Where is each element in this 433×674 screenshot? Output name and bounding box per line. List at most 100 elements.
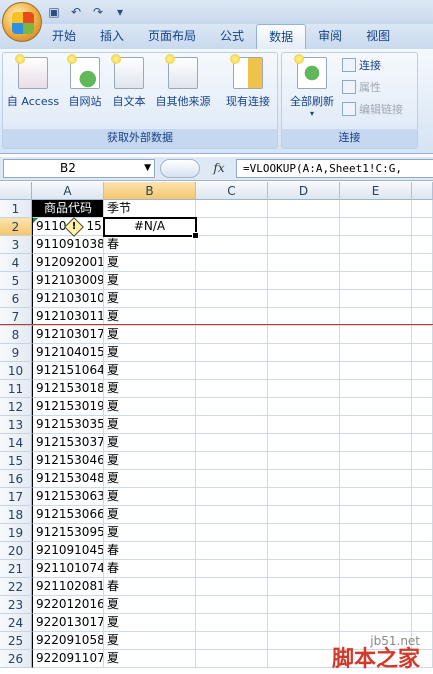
undo-icon[interactable]: ↶ xyxy=(68,4,84,20)
cell-d18[interactable] xyxy=(268,506,340,524)
row-header-14[interactable]: 14 xyxy=(0,434,32,452)
cell-d4[interactable] xyxy=(268,254,340,272)
insert-function-button[interactable]: fx xyxy=(208,159,230,178)
cell-b24[interactable]: 夏 xyxy=(104,614,196,632)
cell-a12[interactable]: 912153019 xyxy=(32,398,104,416)
row-header-25[interactable]: 25 xyxy=(0,632,32,650)
cell-a24[interactable]: 922013017 xyxy=(32,614,104,632)
cell-b25[interactable]: 夏 xyxy=(104,632,196,650)
cell-f24[interactable] xyxy=(412,614,433,632)
redo-icon[interactable]: ↷ xyxy=(90,4,106,20)
cell-a13[interactable]: 912153035 xyxy=(32,416,104,434)
row-header-1[interactable]: 1 xyxy=(0,200,32,218)
cell-c4[interactable] xyxy=(196,254,268,272)
cell-c24[interactable] xyxy=(196,614,268,632)
tab-home[interactable]: 开始 xyxy=(40,24,88,49)
row-header-18[interactable]: 18 xyxy=(0,506,32,524)
cell-a9[interactable]: 912104015 xyxy=(32,344,104,362)
cell-b3[interactable]: 春 xyxy=(104,236,196,254)
cell-c8[interactable] xyxy=(196,326,268,344)
row-header-4[interactable]: 4 xyxy=(0,254,32,272)
cell-a11[interactable]: 912153018 xyxy=(32,380,104,398)
cell-d22[interactable] xyxy=(268,578,340,596)
from-text-button[interactable]: 自文本 xyxy=(107,54,151,109)
cell-f21[interactable] xyxy=(412,560,433,578)
row-header-12[interactable]: 12 xyxy=(0,398,32,416)
row-header-16[interactable]: 16 xyxy=(0,470,32,488)
cell-f13[interactable] xyxy=(412,416,433,434)
select-all-corner[interactable] xyxy=(0,182,32,200)
cell-c15[interactable] xyxy=(196,452,268,470)
row-header-26[interactable]: 26 xyxy=(0,650,32,668)
row-header-3[interactable]: 3 xyxy=(0,236,32,254)
cell-e8[interactable] xyxy=(340,326,412,344)
cell-c3[interactable] xyxy=(196,236,268,254)
cell-e15[interactable] xyxy=(340,452,412,470)
edit-links-button[interactable]: 编辑链接 xyxy=(342,101,403,117)
cell-a20[interactable]: 921091045 xyxy=(32,542,104,560)
cell-e5[interactable] xyxy=(340,272,412,290)
row-header-10[interactable]: 10 xyxy=(0,362,32,380)
cell-d1[interactable] xyxy=(268,200,340,218)
cell-b10[interactable]: 夏 xyxy=(104,362,196,380)
cell-b5[interactable]: 夏 xyxy=(104,272,196,290)
cell-e16[interactable] xyxy=(340,470,412,488)
cell-a21[interactable]: 921101074 xyxy=(32,560,104,578)
cell-d15[interactable] xyxy=(268,452,340,470)
cell-d9[interactable] xyxy=(268,344,340,362)
cell-f11[interactable] xyxy=(412,380,433,398)
cell-e4[interactable] xyxy=(340,254,412,272)
cell-f15[interactable] xyxy=(412,452,433,470)
cell-d6[interactable] xyxy=(268,290,340,308)
cell-e12[interactable] xyxy=(340,398,412,416)
cell-f8[interactable] xyxy=(412,326,433,344)
cell-b15[interactable]: 夏 xyxy=(104,452,196,470)
cell-a8[interactable]: 912103017 xyxy=(32,326,104,344)
cell-d8[interactable] xyxy=(268,326,340,344)
cell-a22[interactable]: 921102081 xyxy=(32,578,104,596)
cell-a6[interactable]: 912103010 xyxy=(32,290,104,308)
column-header-a[interactable]: A xyxy=(32,182,104,200)
cell-d3[interactable] xyxy=(268,236,340,254)
cell-c22[interactable] xyxy=(196,578,268,596)
refresh-all-button[interactable]: 全部刷新 ▾ xyxy=(284,54,340,118)
cell-c10[interactable] xyxy=(196,362,268,380)
cell-a25[interactable]: 922091058 xyxy=(32,632,104,650)
row-header-5[interactable]: 5 xyxy=(0,272,32,290)
cell-a14[interactable]: 912153037 xyxy=(32,434,104,452)
cell-c21[interactable] xyxy=(196,560,268,578)
row-header-23[interactable]: 23 xyxy=(0,596,32,614)
cell-f22[interactable] xyxy=(412,578,433,596)
cell-c6[interactable] xyxy=(196,290,268,308)
cell-c16[interactable] xyxy=(196,470,268,488)
name-box[interactable]: B2 ▼ xyxy=(3,159,155,178)
row-header-24[interactable]: 24 xyxy=(0,614,32,632)
cell-e23[interactable] xyxy=(340,596,412,614)
cell-b22[interactable]: 春 xyxy=(104,578,196,596)
row-header-6[interactable]: 6 xyxy=(0,290,32,308)
cell-d19[interactable] xyxy=(268,524,340,542)
row-header-2[interactable]: 2 xyxy=(0,218,32,236)
tab-review[interactable]: 审阅 xyxy=(306,24,354,49)
cell-b19[interactable]: 夏 xyxy=(104,524,196,542)
row-header-9[interactable]: 9 xyxy=(0,344,32,362)
cell-e14[interactable] xyxy=(340,434,412,452)
cell-b13[interactable]: 夏 xyxy=(104,416,196,434)
cell-e9[interactable] xyxy=(340,344,412,362)
cell-c9[interactable] xyxy=(196,344,268,362)
tab-formulas[interactable]: 公式 xyxy=(208,24,256,49)
cell-f9[interactable] xyxy=(412,344,433,362)
cell-b21[interactable]: 春 xyxy=(104,560,196,578)
cell-b8[interactable]: 夏 xyxy=(104,326,196,344)
cell-e11[interactable] xyxy=(340,380,412,398)
cell-f6[interactable] xyxy=(412,290,433,308)
cell-a5[interactable]: 912103009 xyxy=(32,272,104,290)
cell-b17[interactable]: 夏 xyxy=(104,488,196,506)
column-header-d[interactable]: D xyxy=(268,182,340,200)
row-header-19[interactable]: 19 xyxy=(0,524,32,542)
existing-connections-button[interactable]: 现有连接 xyxy=(221,54,275,109)
cell-c19[interactable] xyxy=(196,524,268,542)
save-icon[interactable]: ▣ xyxy=(46,4,62,20)
cell-f5[interactable] xyxy=(412,272,433,290)
cell-f12[interactable] xyxy=(412,398,433,416)
